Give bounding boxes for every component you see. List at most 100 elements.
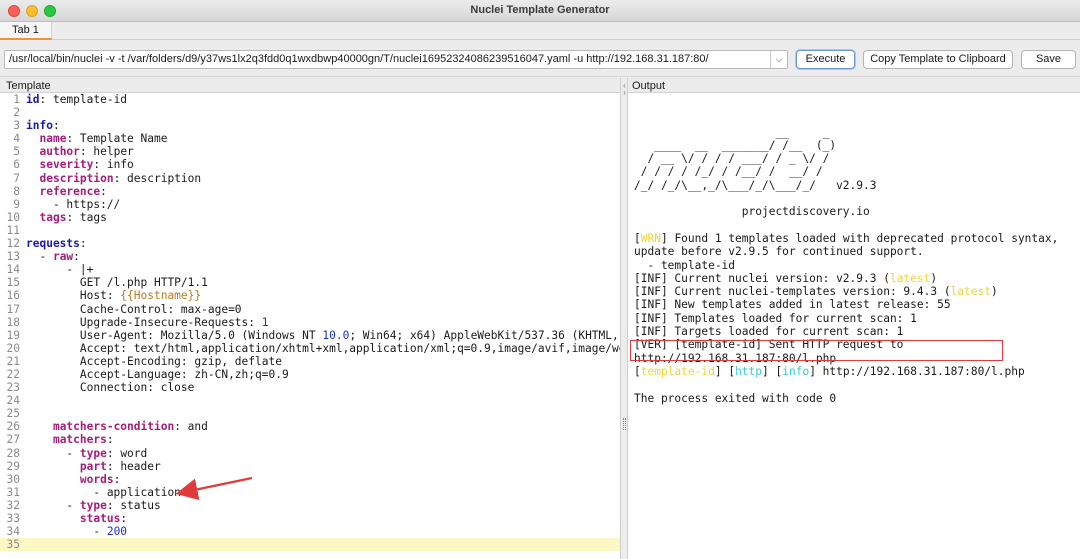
code-line[interactable]: 20 Accept: text/html,application/xhtml+x… — [0, 342, 620, 355]
log-line: [INF] New templates added in latest rele… — [634, 298, 1080, 311]
code-token: : — [73, 250, 80, 264]
code-line[interactable]: 19 User-Agent: Mozilla/5.0 (Windows NT 1… — [0, 329, 620, 342]
code-line[interactable]: 32 - type: status — [0, 499, 620, 512]
line-number: 32 — [6, 498, 20, 512]
banner-line: projectdiscovery.io — [634, 205, 870, 219]
code-token: : helper — [79, 145, 134, 159]
code-line[interactable]: 29 part: header — [0, 460, 620, 473]
line-number: 26 — [6, 420, 20, 434]
code-line[interactable]: 8 reference: — [0, 185, 620, 198]
line-number: 16 — [6, 289, 20, 303]
command-toolbar: /usr/local/bin/nuclei -v -t /var/folders… — [0, 41, 1080, 77]
code-line[interactable]: 6 severity: info — [0, 158, 620, 171]
code-token: tags — [39, 210, 67, 224]
splitter-grip-icon[interactable] — [623, 418, 626, 430]
code-line[interactable]: 17 Cache-Control: max-age=0 — [0, 303, 620, 316]
code-line[interactable]: 12 requests: — [0, 237, 620, 250]
code-line[interactable]: 23 Connection: close — [0, 381, 620, 394]
line-number: 30 — [6, 472, 20, 486]
tab-1[interactable]: Tab 1 — [0, 22, 52, 40]
code-line[interactable]: 33 status: — [0, 512, 620, 525]
code-line[interactable]: 13 - raw: — [0, 250, 620, 263]
log-token: The process exited with code 0 — [634, 391, 837, 405]
code-line[interactable]: 31 - application — [0, 486, 620, 499]
code-line[interactable]: 22 Accept-Language: zh-CN,zh;q=0.9 — [0, 368, 620, 381]
code-token: Accept: text/html,application/xhtml+xml,… — [26, 341, 620, 355]
code-line[interactable]: 4 name: Template Name — [0, 132, 620, 145]
copy-template-button[interactable]: Copy Template to Clipboard — [863, 50, 1013, 69]
code-token: Connection: close — [26, 381, 195, 395]
code-token: : — [79, 237, 87, 251]
line-number: 18 — [6, 315, 20, 329]
code-line[interactable]: 27 matchers: — [0, 433, 620, 446]
banner-line — [634, 112, 1080, 125]
code-line[interactable]: 10 tags: tags — [0, 211, 620, 224]
code-token: 1 — [261, 315, 269, 329]
code-token: : — [100, 184, 107, 198]
log-token: [INF] Current nuclei-templates version: … — [634, 285, 951, 299]
line-number: 33 — [6, 512, 20, 525]
code-token: Accept-Encoding: gzip, deflate — [26, 354, 282, 368]
log-token: ] Found 1 templates loaded with deprecat… — [660, 231, 1059, 245]
line-number: 14 — [6, 263, 20, 277]
line-number: 20 — [6, 341, 20, 355]
code-line[interactable]: 5 author: helper — [0, 145, 620, 158]
log-line: [INF] Current nuclei-templates version: … — [634, 285, 1080, 298]
code-line[interactable]: 25 — [0, 407, 620, 420]
code-token: 10.0 — [322, 328, 350, 342]
code-token: : — [106, 433, 114, 447]
code-token: part — [79, 459, 107, 473]
code-line[interactable]: 1 id: template-id — [0, 93, 620, 106]
log-token: ] [ — [762, 364, 783, 378]
code-token: type — [79, 446, 107, 460]
execute-button[interactable]: Execute — [796, 50, 855, 69]
output-console: __ _ ____ __ _______/ /__ (_) / __ \/ / … — [628, 92, 1080, 559]
line-number: 13 — [6, 250, 20, 264]
line-number: 35 — [6, 538, 20, 552]
code-line[interactable]: 30 words: — [0, 473, 620, 486]
code-token: - application — [26, 485, 181, 499]
log-token: latest — [889, 271, 931, 285]
code-line[interactable]: 11 — [0, 224, 620, 237]
code-token: : template-id — [39, 93, 128, 106]
code-token: User-Agent: Mozilla/5.0 (Windows NT — [26, 328, 323, 342]
template-editor[interactable]: 1 id: template-id 2 3 info: 4 name: Template … — [0, 92, 620, 559]
code-line[interactable]: 35 — [0, 538, 620, 552]
code-line[interactable]: 18 Upgrade-Insecure-Requests: 1 — [0, 316, 620, 329]
collapse-arrows-icon[interactable]: ‹ › — [621, 82, 628, 97]
code-line[interactable]: 15 GET /l.php HTTP/1.1 — [0, 276, 620, 289]
log-token: ] http://192.168.31.187:80/l.php — [809, 364, 1025, 378]
code-token: : status — [106, 498, 161, 512]
log-token: template-id — [640, 364, 715, 378]
chevron-down-icon[interactable]: ⌵ — [770, 51, 787, 68]
line-number: 17 — [6, 302, 20, 316]
log-line: [INF] Templates loaded for current scan:… — [634, 312, 1080, 325]
code-line[interactable]: 3 info: — [0, 119, 620, 132]
code-token: GET /l.php HTTP/1.1 — [26, 276, 208, 290]
code-token: : word — [106, 446, 148, 460]
code-line[interactable]: 34 - 200 — [0, 525, 620, 538]
line-number: 28 — [6, 446, 20, 460]
code-line[interactable]: 7 description: description — [0, 172, 620, 185]
code-line[interactable]: 14 - |+ — [0, 263, 620, 276]
pane-splitter[interactable]: ‹ › — [620, 78, 628, 559]
command-input[interactable]: /usr/local/bin/nuclei -v -t /var/folders… — [4, 50, 788, 69]
code-line[interactable]: 28 - type: word — [0, 447, 620, 460]
line-number: 24 — [6, 394, 20, 408]
line-number: 5 — [13, 145, 20, 159]
code-token: description — [39, 171, 114, 185]
output-pane-label: Output — [632, 80, 666, 92]
line-number: 34 — [6, 525, 20, 539]
code-line[interactable]: 24 — [0, 394, 620, 407]
template-pane-label: Template — [6, 80, 51, 92]
line-number: 21 — [6, 354, 20, 368]
code-line[interactable]: 2 — [0, 106, 620, 119]
code-line[interactable]: 9 - https:// — [0, 198, 620, 211]
code-line[interactable]: 16 Host: {{Hostname}} — [0, 289, 620, 302]
save-button[interactable]: Save — [1021, 50, 1076, 69]
annotation-highlight-box — [630, 340, 1003, 361]
code-line[interactable]: 21 Accept-Encoding: gzip, deflate — [0, 355, 620, 368]
log-token: [INF] New templates added in latest rele… — [634, 298, 951, 312]
code-line[interactable]: 26 matchers-condition: and — [0, 420, 620, 433]
